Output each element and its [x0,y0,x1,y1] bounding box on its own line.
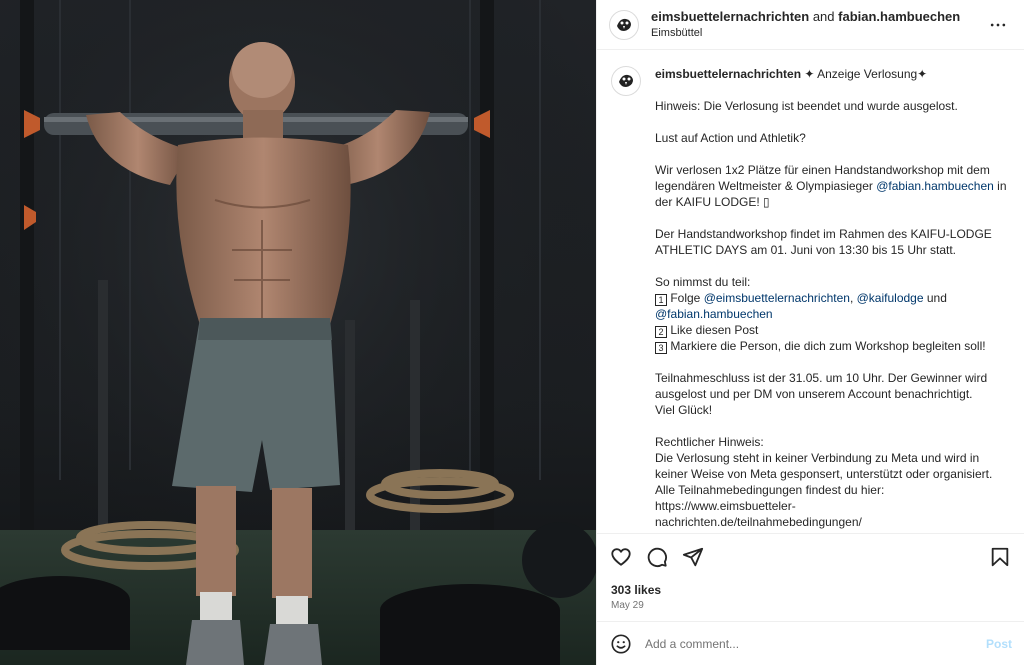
heart-icon [611,547,631,566]
comment-icon [647,547,667,567]
caption-legal-body: Die Verlosung steht in keiner Verbindung… [655,451,993,481]
caption-deadline: Teilnahmeschluss ist der 31.05. um 10 Uh… [655,371,988,401]
ostrich-logo-icon [615,70,637,92]
emoji-button[interactable] [609,632,633,656]
step-and: und [923,291,947,305]
caption-legal-url-1: https://www.eimsbuetteler- [655,499,796,513]
ostrich-logo-icon [613,13,635,36]
step-text: Markiere die Person, die dich zum Worksh… [667,339,986,353]
header-user-link-1[interactable]: eimsbuettelernachrichten [651,9,809,24]
caption-notice: Hinweis: Die Verlosung ist beendet und w… [655,99,958,113]
avatar[interactable] [609,9,639,40]
post-comment-button[interactable]: Post [986,637,1012,651]
caption-details: Der Handstandworkshop findet im Rahmen d… [655,227,992,257]
caption-how-title: So nimmst du teil: [655,275,751,289]
post-date[interactable]: May 29 [597,599,1024,621]
caption-username-link[interactable]: eimsbuettelernachrichten [655,67,801,81]
bookmark-icon [991,547,1009,566]
smiley-icon [611,633,631,654]
step-number-badge: 3 [655,342,667,354]
mention-link[interactable]: @eimsbuettelernachrichten [704,291,850,305]
post-header: eimsbuettelernachrichten and fabian.hamb… [597,0,1024,50]
step-separator: , [849,291,857,305]
caption-text: eimsbuettelernachrichten ✦ Anzeige Verlo… [655,66,1010,533]
header-and: and [809,8,839,24]
comment-bar: Post [597,621,1024,665]
location-link[interactable]: Eimsbüttel [651,25,986,41]
step-text: Like diesen Post [667,323,759,337]
caption-luck: Viel Glück! [655,403,713,417]
header-text: eimsbuettelernachrichten and fabian.hamb… [651,9,986,41]
step-number-badge: 1 [655,294,667,306]
like-button[interactable] [609,545,633,569]
share-button[interactable] [681,545,705,569]
mention-link[interactable]: @fabian.hambuechen [876,179,994,193]
post-photo[interactable] [0,0,596,665]
header-user-link-2[interactable]: fabian.hambuechen [838,9,960,24]
caption-hook: Lust auf Action und Athletik? [655,131,806,145]
step-number-badge: 2 [655,326,667,338]
comment-input[interactable] [645,636,986,651]
comment-button[interactable] [645,545,669,569]
mention-link[interactable]: @kaifulodge [857,291,924,305]
paper-plane-icon [682,547,704,566]
header-title: eimsbuettelernachrichten and fabian.hamb… [651,9,986,25]
caption-avatar[interactable] [611,66,641,96]
post-details-panel: eimsbuettelernachrichten and fabian.hamb… [596,0,1024,665]
action-bar [597,533,1024,579]
caption-legal-terms: Alle Teilnahmebedingungen findest du hie… [655,483,885,497]
mention-link[interactable]: @fabian.hambuechen [655,307,773,321]
caption-title: ✦ Anzeige Verlosung✦ [801,67,928,81]
caption-area: eimsbuettelernachrichten ✦ Anzeige Verlo… [597,50,1024,533]
caption-legal-title: Rechtlicher Hinweis: [655,435,764,449]
caption-legal-url-2: nachrichten.de/teilnahmebedingungen/ [655,515,862,529]
instagram-post: eimsbuettelernachrichten and fabian.hamb… [0,0,1024,665]
likes-count[interactable]: 303 likes [597,579,1024,599]
athlete-photo-illustration [0,0,596,665]
save-button[interactable] [988,545,1012,569]
more-options-button[interactable] [986,13,1010,37]
step-text: Folge [667,291,704,305]
more-horizontal-icon [990,23,1006,26]
